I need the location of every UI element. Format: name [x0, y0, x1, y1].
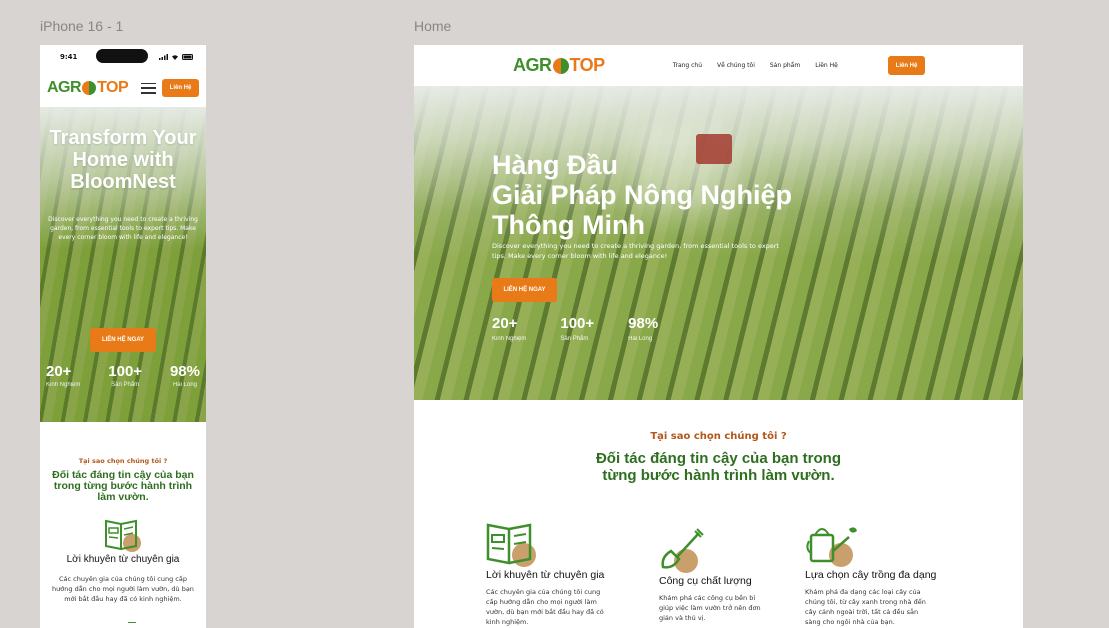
- stat-label: Sản Phẩm: [111, 382, 140, 388]
- status-icons: [159, 54, 194, 60]
- why-heading-line: từng bước hành trình làm vườn.: [602, 467, 835, 484]
- stat-experience: 20+ Kinh Nghiệm: [492, 315, 526, 342]
- menu-icon[interactable]: [141, 82, 156, 94]
- stat-value: 98%: [169, 363, 200, 380]
- dynamic-island: [96, 49, 148, 63]
- logo-text-right: TOP: [569, 55, 606, 75]
- feature-card: Lời khuyên từ chuyên gia Các chuyên gia …: [486, 521, 626, 627]
- stat-label: Hài Lòng: [628, 336, 653, 342]
- why-section: Tại sao chọn chúng tôi ? Đối tác đáng ti…: [40, 457, 206, 503]
- stat-satisfaction: 98% Hài Lòng: [628, 315, 658, 342]
- why-eyebrow: Tại sao chọn chúng tôi ?: [78, 457, 168, 465]
- why-section: Tại sao chọn chúng tôi ? Đối tác đáng ti…: [414, 431, 1023, 484]
- stat-label: Hài Lòng: [172, 382, 197, 388]
- battery-icon: [182, 54, 193, 60]
- stat-value: 98%: [628, 315, 659, 332]
- hero-title-line: Giải Pháp Nông Nghiệp: [492, 180, 793, 210]
- wifi-icon: [172, 55, 178, 60]
- stat-label: Kinh Nghiệm: [492, 336, 527, 342]
- desktop-frame: AGR TOP Trang chủ Về chúng tôi Sản phẩm …: [414, 45, 1023, 628]
- next-feature-icon: [128, 622, 136, 628]
- hero-subtitle: Discover everything you need to create a…: [48, 216, 198, 241]
- book-icon: [104, 517, 142, 557]
- feature-description: Khám phá các công cụ bền bỉ giúp việc là…: [659, 594, 761, 622]
- stat-experience: 20+ Kinh Nghiệm: [46, 363, 80, 388]
- globe-icon: [552, 57, 569, 74]
- feature-card: Lựa chọn cây trồng đa dạng Khám phá đa d…: [805, 521, 945, 627]
- contact-button[interactable]: Liên Hệ: [888, 56, 925, 75]
- feature-description: Các chuyên gia của chúng tôi cung cấp hư…: [486, 588, 604, 626]
- watering-can-icon: [805, 521, 945, 567]
- nav-link-contact[interactable]: Liên Hệ: [815, 62, 838, 69]
- stat-value: 20+: [492, 315, 518, 332]
- desktop-hero: Hàng Đầu Giải Pháp Nông Nghiệp Thông Min…: [414, 86, 1023, 400]
- hero-title: Hàng Đầu Giải Pháp Nông Nghiệp Thông Min…: [492, 150, 792, 240]
- why-heading-line: Đối tác đáng tin cậy của bạn trong: [595, 450, 842, 467]
- why-heading: Đối tác đáng tin cậy của bạn trong từng …: [414, 450, 1023, 484]
- feature-card: Công cụ chất lượng Khám phá các công cụ …: [659, 527, 799, 623]
- hero-stats: 20+ Kinh Nghiệm 100+ Sản Phẩm 98% Hài Lò…: [492, 315, 658, 342]
- status-time: 9:41: [60, 53, 78, 61]
- hero-title-line: Hàng Đầu: [492, 150, 619, 180]
- why-eyebrow: Tại sao chọn chúng tôi ?: [650, 431, 787, 442]
- stat-value: 100+: [560, 315, 595, 332]
- nav-link-home[interactable]: Trang chủ: [673, 62, 702, 69]
- logo[interactable]: AGR TOP: [513, 55, 605, 76]
- stat-value: 20+: [46, 363, 72, 380]
- why-heading: Đối tác đáng tin cậy của bạn trong từng …: [52, 469, 194, 503]
- book-icon: [486, 521, 626, 567]
- hero-cta-button[interactable]: LIÊN HỆ NGAY: [90, 328, 156, 352]
- feature-title: Lời khuyên từ chuyên gia: [486, 569, 605, 581]
- hero-cta-button[interactable]: LIÊN HỆ NGAY: [492, 278, 557, 302]
- stat-products: 100+ Sản Phẩm: [560, 315, 594, 342]
- feature-description: Khám phá đa dạng các loại cây của chúng …: [805, 588, 926, 626]
- hero-subtitle: Discover everything you need to create a…: [492, 242, 780, 260]
- mobile-frame-label: iPhone 16 - 1: [40, 18, 124, 34]
- hero-stats: 20+ Kinh Nghiệm 100+ Sản Phẩm 98% Hài Lò…: [46, 363, 200, 388]
- mobile-frame: 9:41 AGR TOP Liên Hệ Transform Your Home…: [40, 45, 206, 628]
- logo-text-right: TOP: [97, 79, 129, 96]
- nav-link-products[interactable]: Sản phẩm: [770, 62, 800, 69]
- hero-title: Transform Your Home with BloomNest: [49, 127, 197, 193]
- mobile-navbar: AGR TOP Liên Hệ: [40, 69, 206, 107]
- feature-title: Công cụ chất lượng: [659, 575, 752, 587]
- logo-text-left: AGR: [47, 79, 82, 96]
- status-bar: 9:41: [40, 45, 206, 69]
- nav-links: Trang chủ Về chúng tôi Sản phẩm Liên Hệ: [673, 62, 838, 69]
- logo[interactable]: AGR TOP: [47, 79, 129, 97]
- nav-link-about[interactable]: Về chúng tôi: [717, 62, 755, 69]
- mobile-hero: Transform Your Home with BloomNest Disco…: [40, 107, 206, 422]
- shovel-icon: [659, 527, 799, 573]
- contact-button[interactable]: Liên Hệ: [162, 79, 199, 97]
- feature-title: Lựa chọn cây trồng đa dạng: [805, 569, 937, 581]
- stat-satisfaction: 98% Hài Lòng: [170, 363, 200, 388]
- stat-value: 100+: [108, 363, 143, 380]
- stat-products: 100+ Sản Phẩm: [108, 363, 142, 388]
- desktop-frame-label: Home: [414, 18, 452, 34]
- logo-text-left: AGR: [513, 55, 552, 75]
- stat-label: Sản Phẩm: [560, 336, 589, 342]
- feature-title: Lời khuyên từ chuyên gia: [66, 554, 180, 565]
- stat-label: Kinh Nghiệm: [46, 382, 81, 388]
- globe-icon: [82, 81, 97, 95]
- desktop-navbar: AGR TOP Trang chủ Về chúng tôi Sản phẩm …: [414, 45, 1023, 86]
- hero-title-line: Thông Minh: [492, 210, 645, 240]
- signal-icon: [159, 54, 168, 60]
- feature-description: Các chuyên gia của chúng tôi cung cấp hư…: [52, 575, 194, 603]
